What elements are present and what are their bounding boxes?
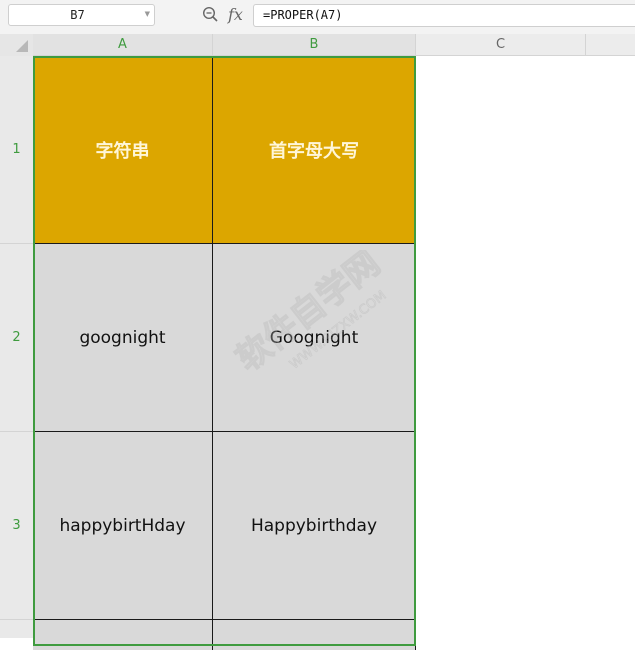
select-all-triangle-icon xyxy=(16,40,28,52)
row-header-3[interactable]: 3 xyxy=(0,432,33,620)
cell-a3[interactable]: happybirtHday xyxy=(33,432,213,620)
chevron-down-icon[interactable]: ▼ xyxy=(145,10,150,18)
row-header-column: 1 2 3 xyxy=(0,56,33,638)
cell-b3[interactable]: Happybirthday xyxy=(213,432,416,620)
cell-b2[interactable]: Goognight xyxy=(213,244,416,432)
cell-a2-text: goognight xyxy=(79,327,166,348)
cell-a1[interactable]: 字符串 xyxy=(33,56,213,244)
cell-a3-text: happybirtHday xyxy=(59,515,186,536)
cell-b1-text: 首字母大写 xyxy=(269,140,359,162)
name-box-value: B7 xyxy=(70,8,85,22)
formula-text: =PROPER(A7) xyxy=(263,8,343,22)
cell-a4[interactable] xyxy=(33,620,213,650)
zoom-icon[interactable] xyxy=(202,6,219,23)
cell-a1-text: 字符串 xyxy=(95,140,150,162)
cell-b2-text: Goognight xyxy=(269,327,359,348)
cell-b4[interactable] xyxy=(213,620,416,650)
column-header-b[interactable]: B xyxy=(213,34,416,55)
cell-a2[interactable]: goognight xyxy=(33,244,213,432)
formula-input[interactable]: =PROPER(A7) xyxy=(253,4,635,27)
cell-b1[interactable]: 首字母大写 xyxy=(213,56,416,244)
select-all-button[interactable] xyxy=(0,34,33,56)
row-header-1[interactable]: 1 xyxy=(0,56,33,244)
fx-icon[interactable]: fx xyxy=(228,5,243,24)
cell-b3-text: Happybirthday xyxy=(250,515,378,536)
column-header-a[interactable]: A xyxy=(33,34,213,55)
row-header-2[interactable]: 2 xyxy=(0,244,33,432)
name-box[interactable]: B7 ▼ xyxy=(8,4,155,26)
formula-bar: B7 ▼ fx =PROPER(A7) xyxy=(0,0,635,34)
column-header-row: A B C xyxy=(0,34,635,56)
column-header-c[interactable]: C xyxy=(416,34,586,55)
